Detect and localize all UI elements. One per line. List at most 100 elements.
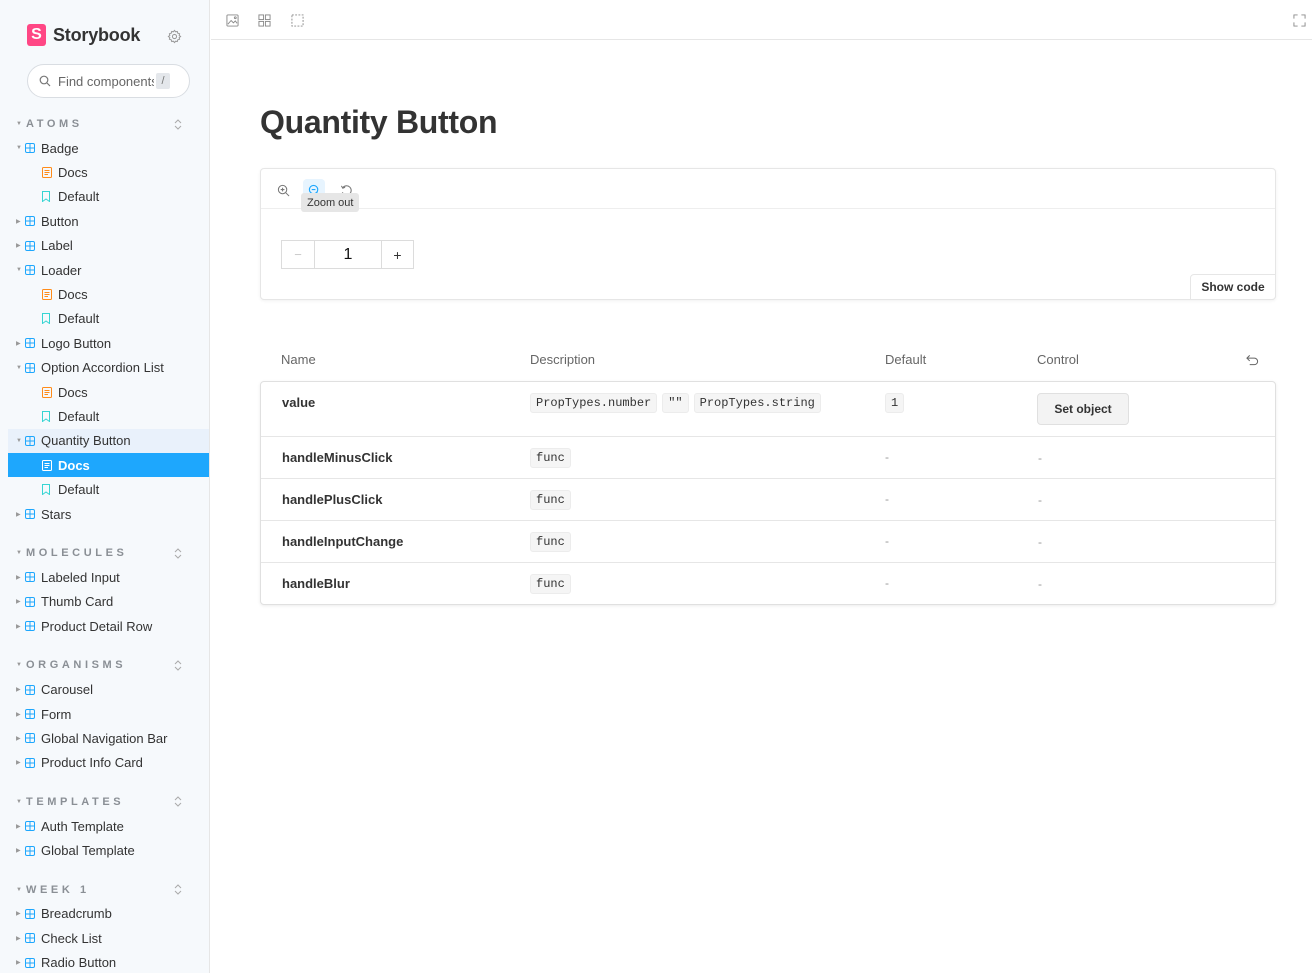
bookmark-icon [42, 191, 53, 203]
sidebar-item-product-info-card[interactable]: ▶ Product Info Card [8, 751, 209, 775]
fullscreen-button[interactable] [1291, 12, 1307, 28]
sidebar-item-stars[interactable]: ▶ Stars [8, 502, 209, 526]
group-templates[interactable]: ▼ TEMPLATES [8, 790, 209, 814]
sidebar-item-label: Radio Button [41, 955, 117, 971]
sidebar-item-label: Thumb Card [41, 594, 114, 610]
expand-collapse-icon[interactable] [174, 884, 186, 896]
search-input[interactable] [58, 73, 154, 89]
sidebar-story-option-accordion-list-docs[interactable]: Docs [8, 380, 209, 404]
sidebar-story-label: Default [58, 311, 100, 327]
toolbar-outline-button[interactable] [289, 12, 305, 28]
sidebar-item-global-navigation-bar[interactable]: ▶ Global Navigation Bar [8, 726, 209, 750]
quantity-minus-button[interactable]: − [282, 241, 315, 268]
document-icon [42, 459, 53, 471]
expand-collapse-icon[interactable] [174, 118, 186, 130]
storybook-logo-icon: S [27, 24, 46, 46]
component-icon [25, 596, 36, 607]
sidebar-item-radio-button[interactable]: ▶ Radio Button [8, 951, 209, 973]
group-molecules[interactable]: ▼ MOLECULES [8, 541, 209, 565]
default-value: - [885, 576, 889, 590]
prop-name: handleInputChange [282, 534, 404, 549]
caret-right-icon: ▶ [16, 623, 21, 630]
type-badge: PropTypes.string [693, 393, 821, 413]
sidebar-item-check-list[interactable]: ▶ Check List [8, 926, 209, 950]
sidebar-story-loader-docs[interactable]: Docs [8, 282, 209, 306]
toolbar-background-button[interactable] [224, 12, 240, 28]
quantity-plus-button[interactable]: + [381, 241, 413, 268]
control-value: - [1038, 451, 1042, 465]
sidebar-item-label: Badge [41, 140, 79, 156]
type-badge: func [530, 532, 571, 552]
expand-collapse-icon[interactable] [174, 659, 186, 671]
args-row-handleblur: handleBlur func - - [261, 562, 1275, 604]
search-box[interactable]: / [27, 64, 190, 98]
sidebar-story-loader-default[interactable]: Default [8, 307, 209, 331]
sidebar-item-logo-button[interactable]: ▶ Logo Button [8, 331, 209, 355]
document-icon [42, 167, 53, 179]
prop-description: PropTypes.number "" PropTypes.string [530, 393, 826, 413]
sidebar-item-button[interactable]: ▶ Button [8, 209, 209, 233]
sidebar-story-badge-default[interactable]: Default [8, 185, 209, 209]
search-icon [39, 75, 52, 88]
sidebar-item-label: Breadcrumb [41, 906, 112, 922]
group-organisms[interactable]: ▼ ORGANISMS [8, 653, 209, 677]
undo-icon [1246, 354, 1259, 366]
reset-controls-button[interactable] [1246, 353, 1260, 367]
default-value: - [885, 492, 889, 506]
sidebar-item-label[interactable]: ▶ Label [8, 234, 209, 258]
sidebar-item-label: Loader [41, 262, 82, 278]
component-icon [25, 265, 36, 276]
caret-down-icon: ▼ [16, 798, 22, 805]
group-atoms[interactable]: ▼ ATOMS [8, 112, 209, 136]
sidebar-item-product-detail-row[interactable]: ▶ Product Detail Row [8, 614, 209, 638]
sidebar-item-breadcrumb[interactable]: ▶ Breadcrumb [8, 902, 209, 926]
set-object-button[interactable]: Set object [1037, 393, 1129, 425]
caret-right-icon: ▶ [16, 511, 21, 518]
toolbar-grid-button[interactable] [256, 12, 272, 28]
sidebar-item-carousel[interactable]: ▶ Carousel [8, 677, 209, 701]
caret-down-icon: ▼ [16, 886, 22, 893]
brand[interactable]: S Storybook [27, 23, 140, 47]
outline-icon [290, 13, 304, 27]
sidebar-story-badge-docs[interactable]: Docs [8, 160, 209, 184]
sidebar-story-option-accordion-list-default[interactable]: Default [8, 404, 209, 428]
sidebar-story-label: Docs [58, 457, 90, 473]
sidebar-item-label: Global Template [41, 843, 135, 859]
sidebar-item-thumb-card[interactable]: ▶ Thumb Card [8, 590, 209, 614]
sidebar-story-quantity-button-docs[interactable]: Docs [8, 453, 209, 478]
group-label: TEMPLATES [26, 795, 125, 808]
sidebar-item-label: Option Accordion List [41, 360, 164, 376]
group-week-1[interactable]: ▼ WEEK 1 [8, 878, 209, 902]
sidebar-item-option-accordion-list[interactable]: ▼ Option Accordion List [8, 356, 209, 380]
caret-right-icon: ▶ [16, 340, 21, 347]
sidebar-item-label: Stars [41, 506, 72, 522]
quantity-input[interactable] [315, 241, 381, 268]
sidebar-item-global-template[interactable]: ▶ Global Template [8, 838, 209, 862]
sidebar-item-quantity-button[interactable]: ▼ Quantity Button [8, 428, 209, 454]
show-code-button[interactable]: Show code [1190, 274, 1276, 300]
component-icon [25, 933, 36, 944]
prop-description: func [530, 532, 576, 552]
sidebar-item-label: Product Detail Row [41, 618, 153, 634]
sidebar-item-form[interactable]: ▶ Form [8, 702, 209, 726]
header-name: Name [281, 352, 316, 367]
args-row-handleminusclick: handleMinusClick func - - [261, 436, 1275, 478]
component-icon [25, 733, 36, 744]
sidebar-item-badge[interactable]: ▼ Badge [8, 136, 209, 160]
default-value: 1 [885, 393, 905, 413]
component-icon [25, 709, 36, 720]
sidebar-item-labeled-input[interactable]: ▶ Labeled Input [8, 565, 209, 589]
zoom-in-button[interactable] [272, 179, 294, 201]
sidebar-item-label: Form [41, 706, 72, 722]
sidebar-item-loader[interactable]: ▼ Loader [8, 258, 209, 282]
expand-collapse-icon[interactable] [174, 796, 186, 808]
sidebar-story-quantity-button-default[interactable]: Default [8, 477, 209, 501]
zoom-out-tooltip: Zoom out [301, 193, 360, 212]
settings-button[interactable] [164, 26, 184, 46]
gear-icon [167, 29, 181, 43]
sidebar-item-auth-template[interactable]: ▶ Auth Template [8, 814, 209, 838]
caret-right-icon: ▶ [16, 848, 21, 855]
prop-default: - [885, 574, 889, 592]
component-icon [25, 957, 36, 968]
expand-collapse-icon[interactable] [174, 547, 186, 559]
